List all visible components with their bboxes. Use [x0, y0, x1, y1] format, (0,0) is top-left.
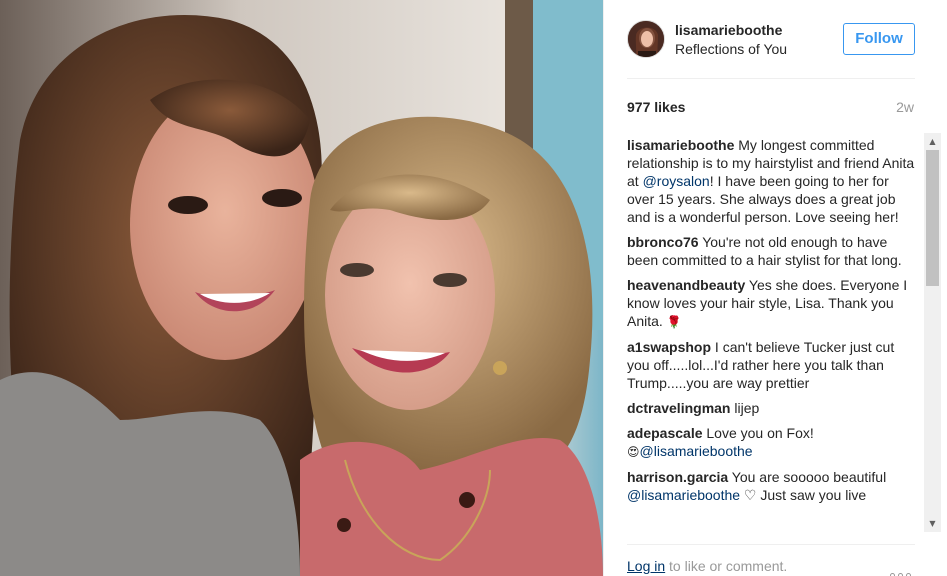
- comment-item: bbronco76 You're not old enough to have …: [627, 233, 919, 269]
- comment-author[interactable]: harrison.garcia: [627, 469, 728, 485]
- post-location[interactable]: Reflections of You: [675, 41, 787, 57]
- comments-scrollbar[interactable]: ▲ ▼: [924, 133, 941, 532]
- header-divider: [627, 78, 915, 79]
- likes-count[interactable]: 977 likes: [627, 99, 685, 115]
- comments-list: lisamarieboothe My longest committed rel…: [627, 136, 919, 536]
- follow-button[interactable]: Follow: [843, 23, 915, 55]
- login-prompt-text: to like or comment.: [665, 558, 788, 574]
- post-photo[interactable]: [0, 0, 603, 576]
- post-details-panel: lisamarieboothe Reflections of You Follo…: [603, 0, 947, 576]
- footer-divider: [627, 544, 915, 545]
- comment-text: You are sooooo beautiful: [728, 469, 887, 485]
- comment-author[interactable]: bbronco76: [627, 234, 699, 250]
- comment-item: heavenandbeauty Yes she does. Everyone I…: [627, 276, 919, 331]
- selfie-image: [0, 0, 603, 576]
- comment-text: lijep: [730, 400, 760, 416]
- comment-text: Love you on Fox!: [702, 425, 814, 441]
- comment-author[interactable]: dctravelingman: [627, 400, 730, 416]
- heart-eyes-emoji-icon: 😍: [627, 445, 640, 459]
- comment-text: ♡ Just saw you live: [740, 487, 867, 503]
- comment-author[interactable]: heavenandbeauty: [627, 277, 745, 293]
- comment-mention[interactable]: @lisamarieboothe: [627, 487, 740, 503]
- post-header: lisamarieboothe Reflections of You Follo…: [604, 0, 947, 79]
- avatar[interactable]: [627, 20, 665, 58]
- login-link[interactable]: Log in: [627, 558, 665, 574]
- comment-item: adepascale Love you on Fox! 😍@lisamarieb…: [627, 424, 919, 461]
- comment-author[interactable]: adepascale: [627, 425, 703, 441]
- comment-item: dctravelingman lijep: [627, 399, 919, 417]
- scroll-thumb[interactable]: [926, 150, 939, 286]
- comment-item: lisamarieboothe My longest committed rel…: [627, 136, 919, 226]
- login-prompt: Log in to like or comment.: [627, 558, 787, 574]
- more-options-icon[interactable]: [890, 565, 916, 576]
- comment-item: harrison.garcia You are sooooo beautiful…: [627, 468, 919, 504]
- comment-mention[interactable]: @lisamarieboothe: [640, 443, 753, 459]
- comment-author[interactable]: a1swapshop: [627, 339, 711, 355]
- avatar-image: [628, 21, 664, 57]
- scroll-up-arrow-icon[interactable]: ▲: [924, 133, 941, 150]
- post-username[interactable]: lisamarieboothe: [675, 22, 782, 38]
- comment-item: a1swapshop I can't believe Tucker just c…: [627, 338, 919, 392]
- rose-emoji-icon: 🌹: [666, 315, 682, 329]
- post-time[interactable]: 2w: [896, 99, 914, 115]
- comment-author[interactable]: lisamarieboothe: [627, 137, 734, 153]
- scroll-down-arrow-icon[interactable]: ▼: [924, 515, 941, 532]
- comment-mention[interactable]: @roysalon: [643, 173, 710, 189]
